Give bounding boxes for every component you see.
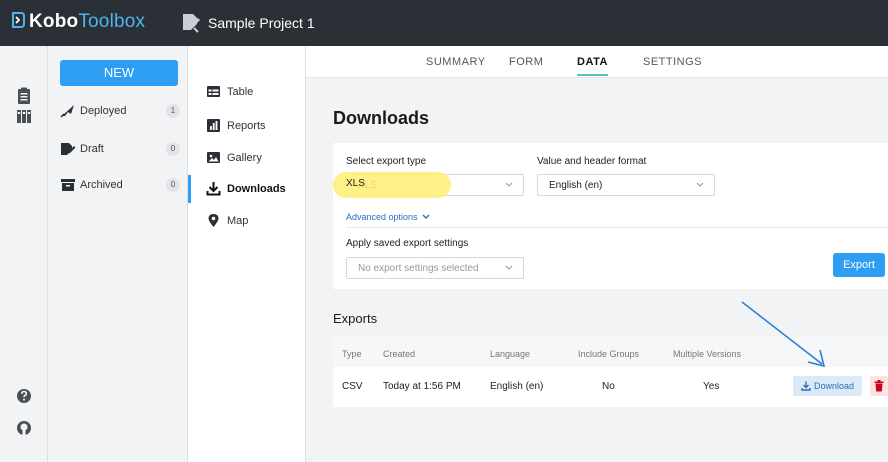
draft-count-badge: 0 [166, 142, 180, 156]
exports-heading: Exports [333, 311, 378, 326]
export-versions-cell: Yes [703, 381, 720, 392]
column-header-language: Language [490, 349, 531, 359]
export-type-label: Select export type [346, 156, 427, 167]
sidebar-item-draft[interactable]: Draft 0 [60, 140, 180, 160]
page-title: Downloads [333, 108, 430, 128]
sidebar-item-label: Draft [80, 143, 104, 155]
library-icon[interactable] [14, 106, 34, 126]
project-form-icon [183, 14, 200, 33]
logo-kobo-text: Kobo [29, 11, 79, 32]
rocket-icon [60, 105, 74, 118]
sidebar-item-archived[interactable]: Archived 0 [60, 176, 180, 196]
sidebar-item-deployed[interactable]: Deployed 1 [60, 102, 180, 122]
subnav-item-label: Reports [227, 120, 266, 132]
column-header-multiple-versions: Multiple Versions [673, 349, 742, 359]
subnav-item-reports[interactable]: Reports [188, 114, 306, 138]
advanced-options-link[interactable]: Advanced options [346, 212, 430, 222]
kobo-logo-icon [12, 12, 25, 28]
reports-icon [207, 119, 220, 132]
kobotoolbox-logo[interactable]: KoboToolbox [10, 11, 145, 33]
export-created-cell: Today at 1:56 PM [383, 381, 461, 392]
sidebar-item-label: Archived [80, 179, 123, 191]
export-type-value-overlay: XLS [346, 178, 365, 189]
sidebar-item-label: Deployed [80, 105, 127, 117]
subnav-item-label: Downloads [227, 183, 286, 195]
export-groups-cell: No [602, 381, 615, 392]
download-icon [206, 182, 221, 196]
subnav-item-label: Map [227, 215, 249, 227]
map-pin-icon [208, 214, 219, 227]
project-title[interactable]: Sample Project 1 [208, 15, 315, 31]
chevron-down-icon [505, 265, 513, 270]
tab-form[interactable]: FORM [509, 56, 543, 68]
column-header-created: Created [383, 349, 416, 359]
tab-summary[interactable]: SUMMARY [426, 56, 486, 68]
data-subnav: Table Reports Gallery Downloads Map [188, 46, 306, 462]
saved-settings-select[interactable]: No export settings selected [346, 257, 524, 279]
logo-toolbox-text: Toolbox [78, 11, 146, 32]
format-value: English (en) [549, 180, 603, 191]
github-icon[interactable] [14, 418, 34, 438]
project-tabs: SUMMARY FORM DATA SETTINGS [306, 46, 888, 78]
trash-icon [874, 380, 884, 392]
subnav-item-map[interactable]: Map [188, 209, 306, 233]
saved-settings-placeholder: No export settings selected [358, 263, 479, 274]
export-button[interactable]: Export [833, 253, 885, 277]
gallery-icon [207, 152, 220, 163]
export-language-cell: English (en) [490, 381, 544, 392]
download-button-label: Download [814, 381, 855, 391]
format-label: Value and header format [537, 156, 647, 167]
form-library-icon[interactable] [14, 86, 34, 106]
download-icon [801, 381, 811, 391]
advanced-options-label: Advanced options [346, 212, 418, 222]
chevron-down-icon [696, 182, 704, 187]
new-project-button[interactable]: NEW [60, 60, 178, 86]
draft-icon [61, 143, 76, 155]
chevron-down-icon [505, 182, 513, 187]
main-content: SUMMARY FORM DATA SETTINGS Downloads Sel… [306, 46, 888, 462]
archived-count-badge: 0 [166, 178, 180, 192]
subnav-item-label: Table [227, 86, 254, 98]
annotation-arrow [741, 301, 826, 368]
export-type-cell: CSV [342, 381, 363, 392]
export-settings-card: Select export type XLS Value and header … [333, 143, 888, 289]
format-select[interactable]: English (en) [537, 174, 715, 196]
top-bar: KoboToolbox Sample Project 1 [0, 0, 888, 46]
delete-export-button[interactable] [870, 376, 888, 396]
chevron-down-icon [422, 214, 430, 219]
deployed-count-badge: 1 [166, 104, 180, 118]
archive-icon [61, 179, 75, 191]
column-header-type: Type [342, 349, 362, 359]
table-icon [207, 86, 220, 97]
tab-data[interactable]: DATA [577, 56, 608, 76]
saved-settings-label: Apply saved export settings [346, 238, 469, 249]
subnav-item-label: Gallery [227, 152, 262, 164]
subnav-item-downloads[interactable]: Downloads [188, 175, 306, 203]
settings-divider [346, 227, 888, 228]
column-header-include-groups: Include Groups [578, 349, 640, 359]
subnav-item-table[interactable]: Table [188, 84, 306, 108]
download-export-button[interactable]: Download [793, 376, 862, 396]
help-icon[interactable] [14, 386, 34, 406]
tab-settings[interactable]: SETTINGS [643, 56, 702, 68]
project-list-sidebar: NEW Deployed 1 Draft 0 Archived 0 [48, 46, 188, 462]
subnav-item-gallery[interactable]: Gallery [188, 146, 306, 170]
left-rail [0, 46, 48, 462]
